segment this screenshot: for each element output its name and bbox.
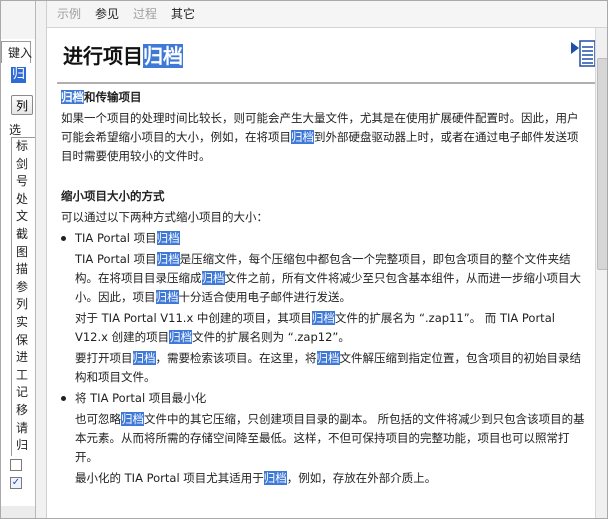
- text-run: 文件中的其它压缩，只创建项目目录的副本。 所包括的文件将减少到只包含该项目的基本…: [75, 412, 585, 464]
- search-highlight: 归档: [121, 412, 144, 426]
- topic-list-item[interactable]: 请: [12, 420, 35, 438]
- topic-list-item[interactable]: 归: [12, 437, 35, 455]
- topic-list-item[interactable]: 实: [12, 314, 35, 332]
- topic-list-item[interactable]: 图: [12, 244, 35, 262]
- topic-list-item[interactable]: 保: [12, 332, 35, 350]
- topic-list-item[interactable]: 号: [12, 173, 35, 191]
- search-tab-label: 键入: [8, 46, 33, 60]
- topic-list-item[interactable]: 剑: [12, 156, 35, 174]
- search-highlight: 归档: [132, 351, 156, 365]
- text-run: TIA Portal 项目: [75, 231, 157, 245]
- left-pane-header: [1, 1, 35, 39]
- text-run: ，需要检索该项目。在这里，将: [155, 351, 317, 365]
- topic-list-item[interactable]: 记: [12, 384, 35, 402]
- search-highlight: 归档: [156, 252, 180, 266]
- topic-list-item[interactable]: 文: [12, 208, 35, 226]
- topic-list-item[interactable]: 标: [12, 138, 35, 156]
- text-run: 也可忽略: [75, 412, 121, 426]
- search-highlight: 归档: [311, 311, 335, 325]
- text-run: 最小化的 TIA Portal 项目尤其适用于: [75, 471, 264, 485]
- topic-list-item[interactable]: 工: [12, 367, 35, 385]
- text-run: 文件的扩展名则为 “.zap12”。: [192, 330, 350, 344]
- search-option-checkbox[interactable]: ✓: [10, 477, 22, 489]
- search-highlight: 归档: [156, 231, 180, 245]
- left-navigation-pane: 键入 归 列 选 标剑号处文截图描参列实保进工记移请归 ✓: [1, 1, 36, 518]
- page-title: 进行项目归档: [63, 40, 183, 69]
- page-title-highlight: 归档: [143, 44, 183, 68]
- topic-menu-bar: 示例 参见 过程 其它: [47, 1, 607, 28]
- topic-list-item[interactable]: 进: [12, 349, 35, 367]
- paragraph-archive-desc: TIA Portal 项目归档是压缩文件，每个压缩包中都包含一个完整项目，即包含…: [61, 250, 589, 307]
- pane-splitter[interactable]: [36, 1, 47, 518]
- text-run: TIA Portal 项目: [75, 252, 157, 266]
- vertical-scrollbar[interactable]: [595, 28, 607, 518]
- title-row: 进行项目归档: [47, 28, 607, 82]
- paragraph-minimize-desc: 也可忽略归档文件中的其它压缩，只创建项目目录的副本。 所包括的文件将减少到只包含…: [61, 410, 589, 467]
- menu-item-3[interactable]: 其它: [171, 1, 195, 27]
- menu-item-2[interactable]: 过程: [133, 1, 157, 27]
- text-run: 将 TIA Portal 项目最小化: [75, 391, 207, 405]
- bullet-minimize: 将 TIA Portal 项目最小化: [61, 389, 589, 408]
- search-highlight: 归档: [316, 351, 340, 365]
- text-run: ，例如，存放在外部介质上。: [286, 471, 437, 485]
- list-topics-button-label: 列: [16, 99, 29, 113]
- left-pane-footer: [1, 506, 35, 518]
- topic-list-item[interactable]: 列: [12, 296, 35, 314]
- search-tab[interactable]: 键入: [1, 41, 33, 63]
- paragraph-intro: 如果一个项目的处理时间比较长，则可能会产生大量文件，尤其是在使用扩展硬件配置时。…: [61, 109, 589, 166]
- paragraph-methods-intro: 可以通过以下两种方式缩小项目的大小：: [61, 210, 268, 224]
- collapse-navigation-icon[interactable]: [569, 38, 597, 68]
- title-divider: [57, 82, 599, 84]
- bullet-archive: TIA Portal 项目归档: [61, 229, 589, 248]
- scrollbar-thumb[interactable]: [597, 58, 607, 270]
- paragraph-minimize-use: 最小化的 TIA Portal 项目尤其适用于归档，例如，存放在外部介质上。: [61, 469, 589, 488]
- list-topics-button[interactable]: 列: [11, 95, 33, 115]
- text-run: 对于 TIA Portal V11.x 中创建的项目，其项目: [75, 311, 312, 325]
- menu-item-0[interactable]: 示例: [57, 1, 81, 27]
- search-option-checkbox[interactable]: [10, 459, 22, 471]
- text-run: 十分适合使用电子邮件进行发送。: [178, 290, 352, 304]
- topic-list-item[interactable]: 截: [12, 226, 35, 244]
- topic-list-item[interactable]: 移: [12, 402, 35, 420]
- bullet-dot: [61, 236, 66, 241]
- help-window: 键入 归 列 选 标剑号处文截图描参列实保进工记移请归 ✓ 示例 参见 过程 其它 进…: [0, 0, 608, 519]
- search-highlight: 归档: [155, 290, 179, 304]
- keyword-input[interactable]: 归: [11, 67, 27, 83]
- paragraph-archive-open: 要打开项目归档，需要检索该项目。在这里，将归档文件解压缩到指定位置，包含项目的初…: [61, 349, 589, 387]
- search-highlight: 归档: [263, 471, 287, 485]
- search-highlight: 归档: [291, 130, 314, 144]
- menu-item-1[interactable]: 参见: [95, 1, 119, 27]
- search-highlight: 归档: [201, 271, 225, 285]
- topic-list-item[interactable]: 参: [12, 279, 35, 297]
- help-content-pane: 进行项目归档 归档和传输项目 如果一个项目的处理时间比较长，则可能会产生大量文件…: [47, 28, 607, 518]
- section-heading-reduce-size: 缩小项目大小的方式: [61, 189, 165, 203]
- paragraph-archive-extension: 对于 TIA Portal V11.x 中创建的项目，其项目归档文件的扩展名为 …: [61, 309, 589, 347]
- heading-highlight: 归档: [61, 90, 84, 104]
- article-body: 归档和传输项目 如果一个项目的处理时间比较长，则可能会产生大量文件，尤其是在使用…: [61, 88, 589, 488]
- search-options: ✓: [10, 459, 22, 495]
- search-highlight: 归档: [169, 330, 193, 344]
- bullet-dot: [61, 396, 66, 401]
- text-run: 要打开项目: [75, 351, 133, 365]
- section-heading-archiving: 归档和传输项目: [61, 88, 589, 107]
- topic-list[interactable]: 标剑号处文截图描参列实保进工记移请归: [11, 137, 35, 456]
- topic-list-item[interactable]: 描: [12, 261, 35, 279]
- topic-list-item[interactable]: 处: [12, 191, 35, 209]
- select-topic-label: 选: [9, 123, 22, 137]
- heading-text: 和传输项目: [84, 90, 142, 104]
- page-title-text: 进行项目: [63, 44, 143, 68]
